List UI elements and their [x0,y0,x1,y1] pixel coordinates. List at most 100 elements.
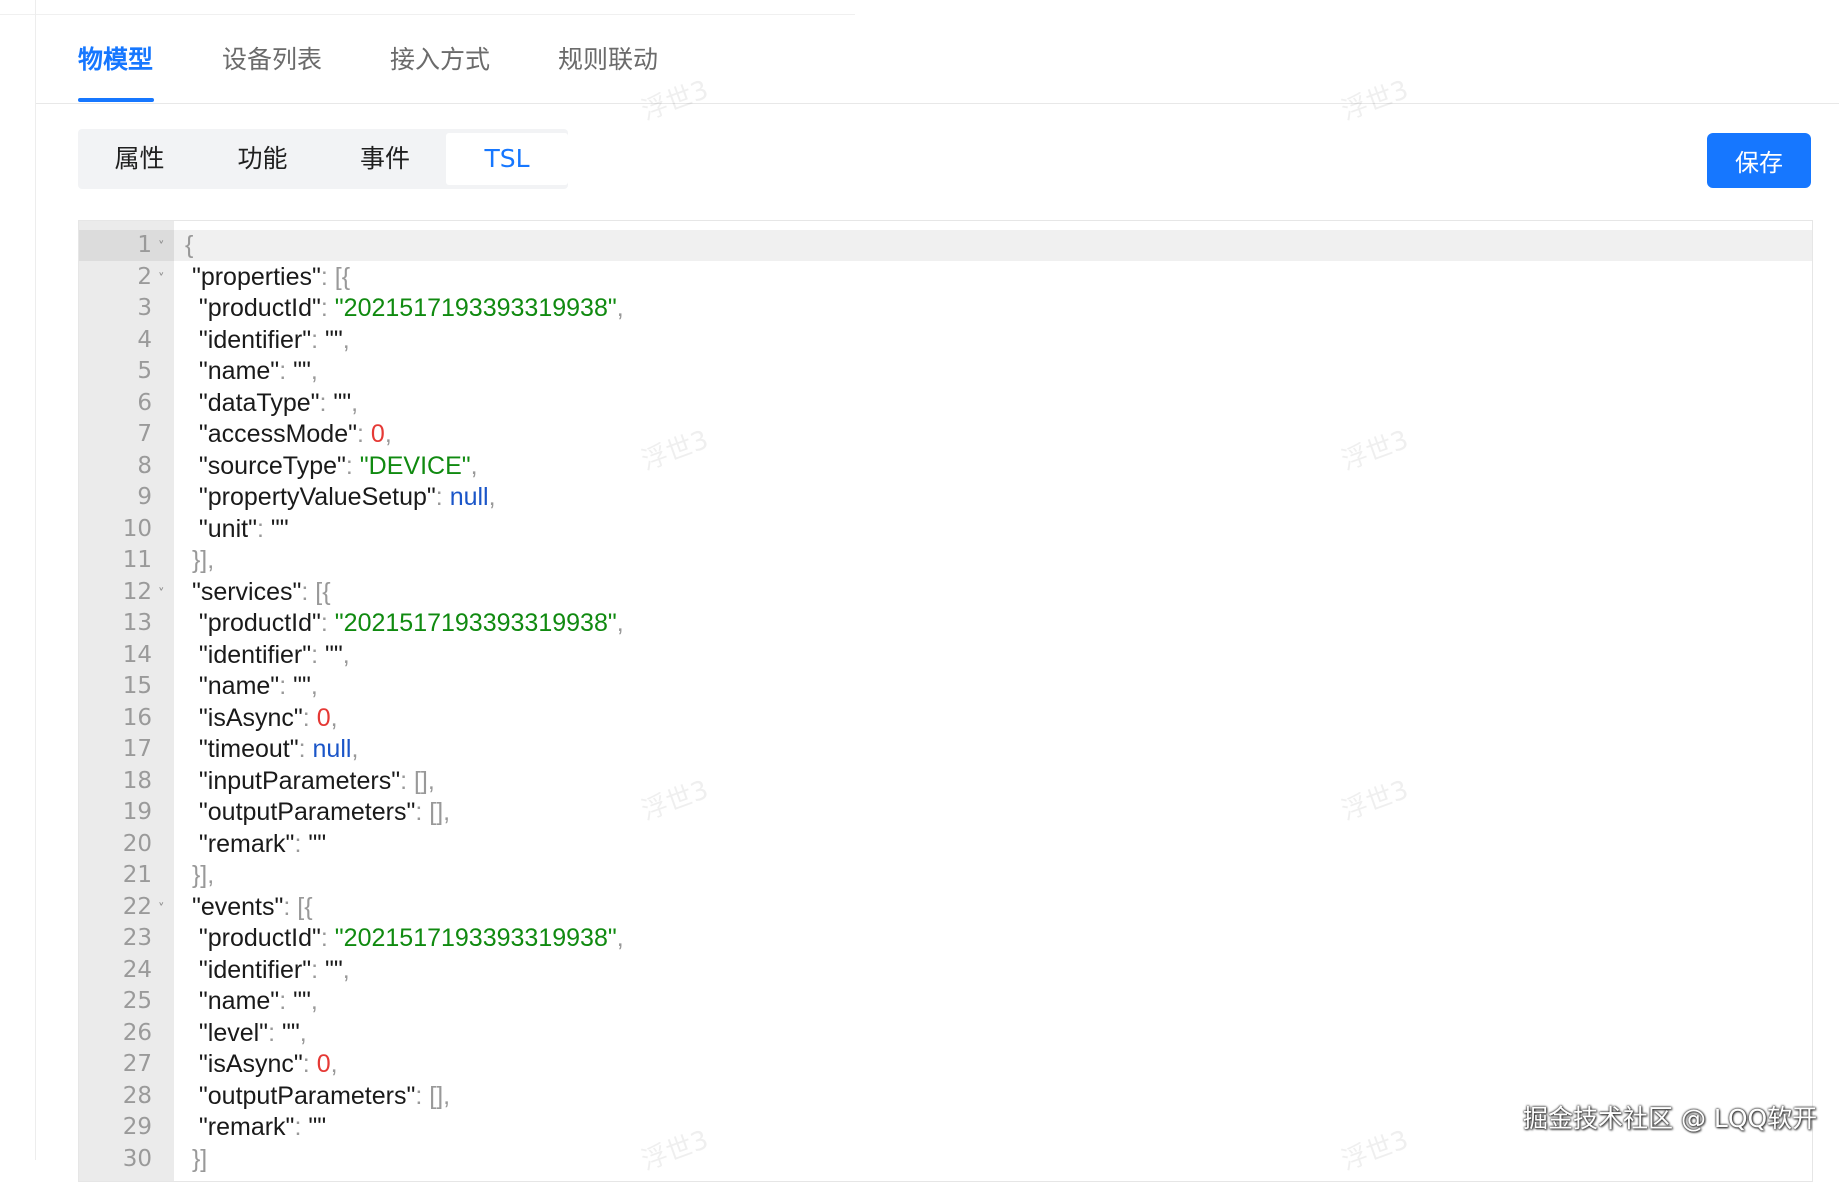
code-line[interactable]: 24 "identifier": "", [79,955,1812,986]
code-token: : [320,924,335,952]
code-token: : [294,1113,309,1141]
code-text: }], [185,545,214,576]
line-number: 17 [122,736,152,762]
line-number: 18 [122,767,152,794]
code-line[interactable]: 15 "name": "", [79,671,1812,702]
code-text: "timeout": null, [185,734,359,765]
code-line[interactable]: 5 "name": "", [79,356,1812,387]
code-line[interactable]: 8 "sourceType": "DEVICE", [79,451,1812,482]
code-token: : [319,388,334,417]
code-line[interactable]: 1 ˅ { [79,230,1812,261]
code-token: "identifier" [185,325,312,354]
code-token: : [311,955,326,984]
tsl-code-editor[interactable]: 1 ˅{2 ˅ "properties": [{3 "productId": "20… [78,220,1813,1182]
code-line[interactable]: 11 }], [79,545,1812,576]
save-button[interactable]: 保存 [1707,133,1811,188]
code-line[interactable]: 14 "identifier": "", [79,640,1812,671]
code-token: "remark" [185,1113,295,1141]
code-text: "services": [{ [185,577,331,608]
code-token: : [{ [301,577,331,606]
code-token: "outputParameters" [185,1081,416,1110]
code-token: : [279,987,294,1015]
code-token: "name" [185,357,280,385]
code-line[interactable]: 12 ˅ "services": [{ [79,577,1812,608]
code-text: "events": [{ [185,892,313,923]
code-token: , [342,640,350,669]
tab-rule-linkage[interactable]: 规则联动 [558,40,658,76]
code-token: null [312,735,352,763]
code-line[interactable]: 6 "dataType": "", [79,388,1812,419]
code-token: "timeout" [185,735,299,763]
code-token: "dataType" [185,388,320,417]
code-token: }], [185,861,215,889]
line-number: 1 [137,232,152,258]
code-text: "name": "", [185,671,318,702]
code-token: 0 [316,1050,331,1078]
code-token: "" [325,325,343,354]
code-line[interactable]: 21 }], [79,860,1812,891]
fold-chevron-icon[interactable]: ˅ [158,587,165,602]
tab-access-method[interactable]: 接入方式 [390,40,490,76]
code-token: , [330,1050,338,1078]
code-token: : [], [400,766,435,795]
code-line[interactable]: 25 "name": "", [79,986,1812,1017]
fold-chevron-icon[interactable]: ˅ [158,902,165,917]
tab-thing-model[interactable]: 物模型 [78,40,153,76]
code-token: , [616,609,624,637]
code-token: : [294,829,309,858]
code-text: "inputParameters": [], [185,766,435,797]
code-line[interactable]: 9 "propertyValueSetup": null, [79,482,1812,513]
fold-chevron-icon[interactable]: ˅ [158,240,165,255]
code-line[interactable]: 10 "unit": "" [79,514,1812,545]
code-line[interactable]: 4 "identifier": "", [79,325,1812,356]
fold-chevron-icon[interactable]: ˅ [158,272,165,287]
code-token: "identifier" [185,640,312,669]
code-token: , [616,294,624,322]
code-line[interactable]: 2 ˅ "properties": [{ [79,262,1812,293]
code-token: "" [325,955,343,984]
code-line[interactable]: 13 "productId": "2021517193393319938", [79,608,1812,639]
code-line[interactable]: 30 }] [79,1144,1812,1175]
code-token: : [268,1018,282,1047]
subtab-tsl[interactable]: TSL [446,133,568,185]
code-text: "identifier": "", [185,955,350,986]
code-token: "isAsync" [185,1050,303,1078]
code-text: "remark": "" [185,1112,326,1143]
code-line[interactable]: 18 "inputParameters": [], [79,766,1812,797]
subtab-functions[interactable]: 功能 [201,129,324,189]
code-token: : [311,640,326,669]
code-line[interactable]: 22 ˅ "events": [{ [79,892,1812,923]
code-token: "propertyValueSetup" [185,483,436,511]
subtab-properties[interactable]: 属性 [78,129,201,189]
code-text: "outputParameters": [], [185,1081,450,1112]
code-line[interactable]: 16 "isAsync": 0, [79,703,1812,734]
code-token: 0 [316,703,331,732]
tab-device-list[interactable]: 设备列表 [222,40,322,76]
code-line[interactable]: 27 "isAsync": 0, [79,1049,1812,1080]
code-token: }], [185,546,215,574]
code-token: "remark" [185,829,295,858]
code-token: : [298,735,313,763]
code-text: "unit": "" [185,514,289,545]
code-token: "name" [185,987,280,1015]
code-token: null [449,483,489,511]
code-line[interactable]: 19 "outputParameters": [], [79,797,1812,828]
code-line[interactable]: 17 "timeout": null, [79,734,1812,765]
code-token: , [299,1018,307,1047]
code-text: "isAsync": 0, [185,703,338,734]
code-text: "productId": "2021517193393319938", [185,923,624,954]
code-token: , [384,420,392,448]
line-number: 15 [122,673,152,699]
code-token: "properties" [185,262,321,291]
code-line[interactable]: 23 "productId": "2021517193393319938", [79,923,1812,954]
subtab-events[interactable]: 事件 [324,129,446,189]
code-token: , [351,388,359,417]
line-number: 28 [122,1082,152,1109]
code-token: , [488,483,496,511]
code-line[interactable]: 3 "productId": "2021517193393319938", [79,293,1812,324]
code-token: "" [293,357,311,385]
code-line[interactable]: 26 "level": "", [79,1018,1812,1049]
code-line[interactable]: 20 "remark": "" [79,829,1812,860]
code-line[interactable]: 7 "accessMode": 0, [79,419,1812,450]
code-token: }] [185,1144,208,1173]
